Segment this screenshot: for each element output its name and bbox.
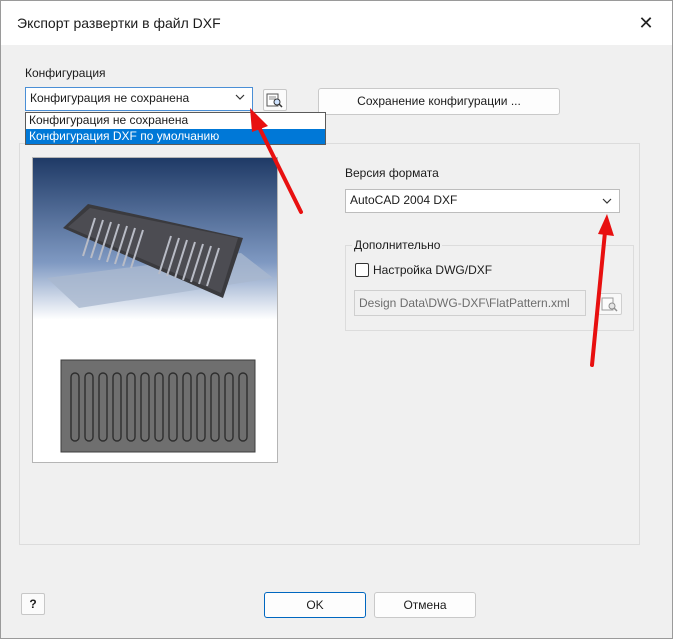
close-icon[interactable]: ✕	[626, 9, 666, 37]
help-button[interactable]: ?	[21, 593, 45, 615]
flat-pattern-preview	[32, 157, 278, 463]
chevron-down-icon	[235, 94, 245, 100]
ok-button[interactable]: OK	[264, 592, 366, 618]
preview-image	[33, 158, 277, 453]
format-version-selected-value: AutoCAD 2004 DXF	[350, 193, 458, 207]
configuration-option-default-dxf[interactable]: Конфигурация DXF по умолчанию	[26, 129, 325, 144]
help-icon: ?	[29, 597, 37, 611]
folder-search-icon	[266, 93, 283, 108]
chevron-down-icon	[602, 198, 612, 204]
configuration-selected-value: Конфигурация не сохранена	[30, 91, 190, 105]
configuration-browse-button[interactable]	[263, 89, 287, 111]
save-configuration-button[interactable]: Сохранение конфигурации ...	[318, 88, 560, 115]
format-version-label: Версия формата	[345, 166, 439, 180]
dialog-title: Экспорт развертки в файл DXF	[17, 15, 221, 31]
configuration-combo[interactable]: Конфигурация не сохранена	[25, 87, 253, 111]
settings-file-browse-button	[598, 293, 622, 315]
configuration-label: Конфигурация	[25, 66, 106, 80]
title-bar: Экспорт развертки в файл DXF ✕	[1, 1, 672, 45]
additional-group	[345, 245, 634, 331]
export-dxf-dialog: Экспорт развертки в файл DXF ✕ Конфигура…	[0, 0, 673, 639]
cancel-button[interactable]: Отмена	[374, 592, 476, 618]
format-version-combo[interactable]: AutoCAD 2004 DXF	[345, 189, 620, 213]
folder-search-icon	[601, 297, 618, 312]
configuration-dropdown-list[interactable]: Конфигурация не сохранена Конфигурация D…	[25, 112, 326, 145]
configuration-option-unsaved[interactable]: Конфигурация не сохранена	[26, 113, 325, 128]
dwg-dxf-settings-label: Настройка DWG/DXF	[373, 263, 493, 277]
settings-file-path-field: Design Data\DWG-DXF\FlatPattern.xml	[354, 290, 586, 316]
dwg-dxf-settings-checkbox[interactable]	[355, 263, 369, 277]
additional-group-label: Дополнительно	[352, 238, 443, 252]
